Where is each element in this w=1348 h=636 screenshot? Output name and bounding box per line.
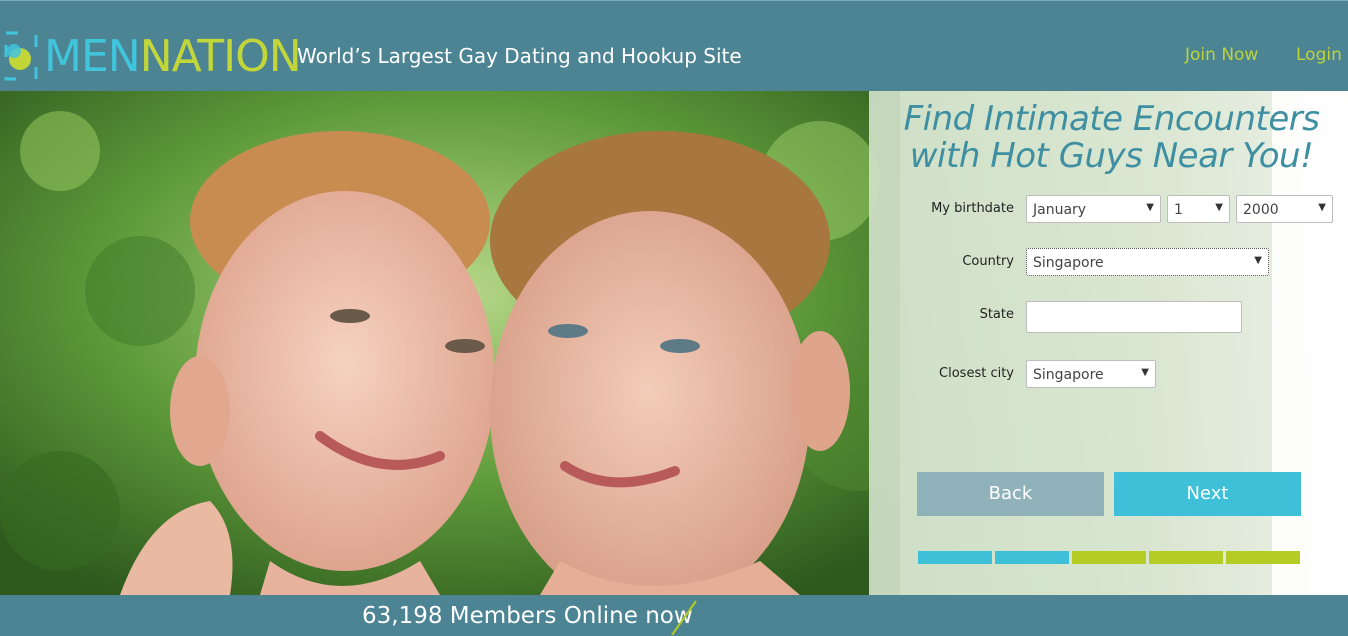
dropdown-arrow-icon: ▼ [1141, 367, 1149, 378]
country-label: Country [962, 254, 1014, 269]
state-label: State [979, 307, 1014, 322]
birthdate-label: My birthdate [931, 201, 1014, 216]
country-value: Singapore [1033, 255, 1104, 271]
brand-men: MEN [44, 31, 141, 82]
site-header: MENNATION World’s Largest Gay Dating and… [0, 0, 1348, 91]
dropdown-arrow-icon: ▼ [1215, 202, 1223, 213]
progress-segment-5 [1226, 551, 1300, 564]
progress-segment-2 [995, 551, 1069, 564]
progress-segment-1 [918, 551, 992, 564]
dropdown-arrow-icon: ▼ [1254, 255, 1262, 266]
join-now-link[interactable]: Join Now [1185, 45, 1258, 65]
mennation-logo-icon[interactable] [4, 31, 40, 83]
signup-progress-bar [918, 551, 1300, 564]
headline-line-1: Find Intimate Encounters [903, 99, 1320, 139]
birth-year-value: 2000 [1243, 202, 1279, 218]
progress-segment-4 [1149, 551, 1223, 564]
closest-city-value: Singapore [1033, 367, 1104, 383]
headline-line-2: with Hot Guys Near You! [909, 136, 1314, 176]
state-input[interactable] [1026, 301, 1242, 333]
progress-segment-3 [1072, 551, 1146, 564]
birth-month-value: January [1033, 202, 1087, 218]
site-footer: 63,198 Members Online now [0, 595, 1348, 636]
slash-accent-icon [671, 600, 697, 635]
dropdown-arrow-icon: ▼ [1146, 202, 1154, 213]
birth-year-select[interactable]: 2000 ▼ [1236, 195, 1333, 223]
brand-wordmark[interactable]: MENNATION [44, 31, 302, 83]
back-button[interactable]: Back [917, 472, 1104, 516]
login-link[interactable]: Login [1296, 45, 1342, 65]
hero-section: Find Intimate Encounters with Hot Guys N… [0, 91, 1348, 595]
birth-day-select[interactable]: 1 ▼ [1167, 195, 1230, 223]
couple-photo [0, 91, 900, 595]
next-button[interactable]: Next [1114, 472, 1301, 516]
birth-month-select[interactable]: January ▼ [1026, 195, 1161, 223]
birth-day-value: 1 [1174, 202, 1183, 218]
closest-city-select[interactable]: Singapore ▼ [1026, 360, 1156, 388]
dropdown-arrow-icon: ▼ [1318, 202, 1326, 213]
country-select[interactable]: Singapore ▼ [1026, 248, 1269, 276]
site-tagline: World’s Largest Gay Dating and Hookup Si… [297, 44, 742, 68]
brand-nation: NATION [139, 31, 302, 82]
closest-city-label: Closest city [939, 366, 1014, 381]
members-online-count: 63,198 Members Online now [362, 603, 693, 629]
hero-headline: Find Intimate Encounters with Hot Guys N… [869, 101, 1348, 175]
